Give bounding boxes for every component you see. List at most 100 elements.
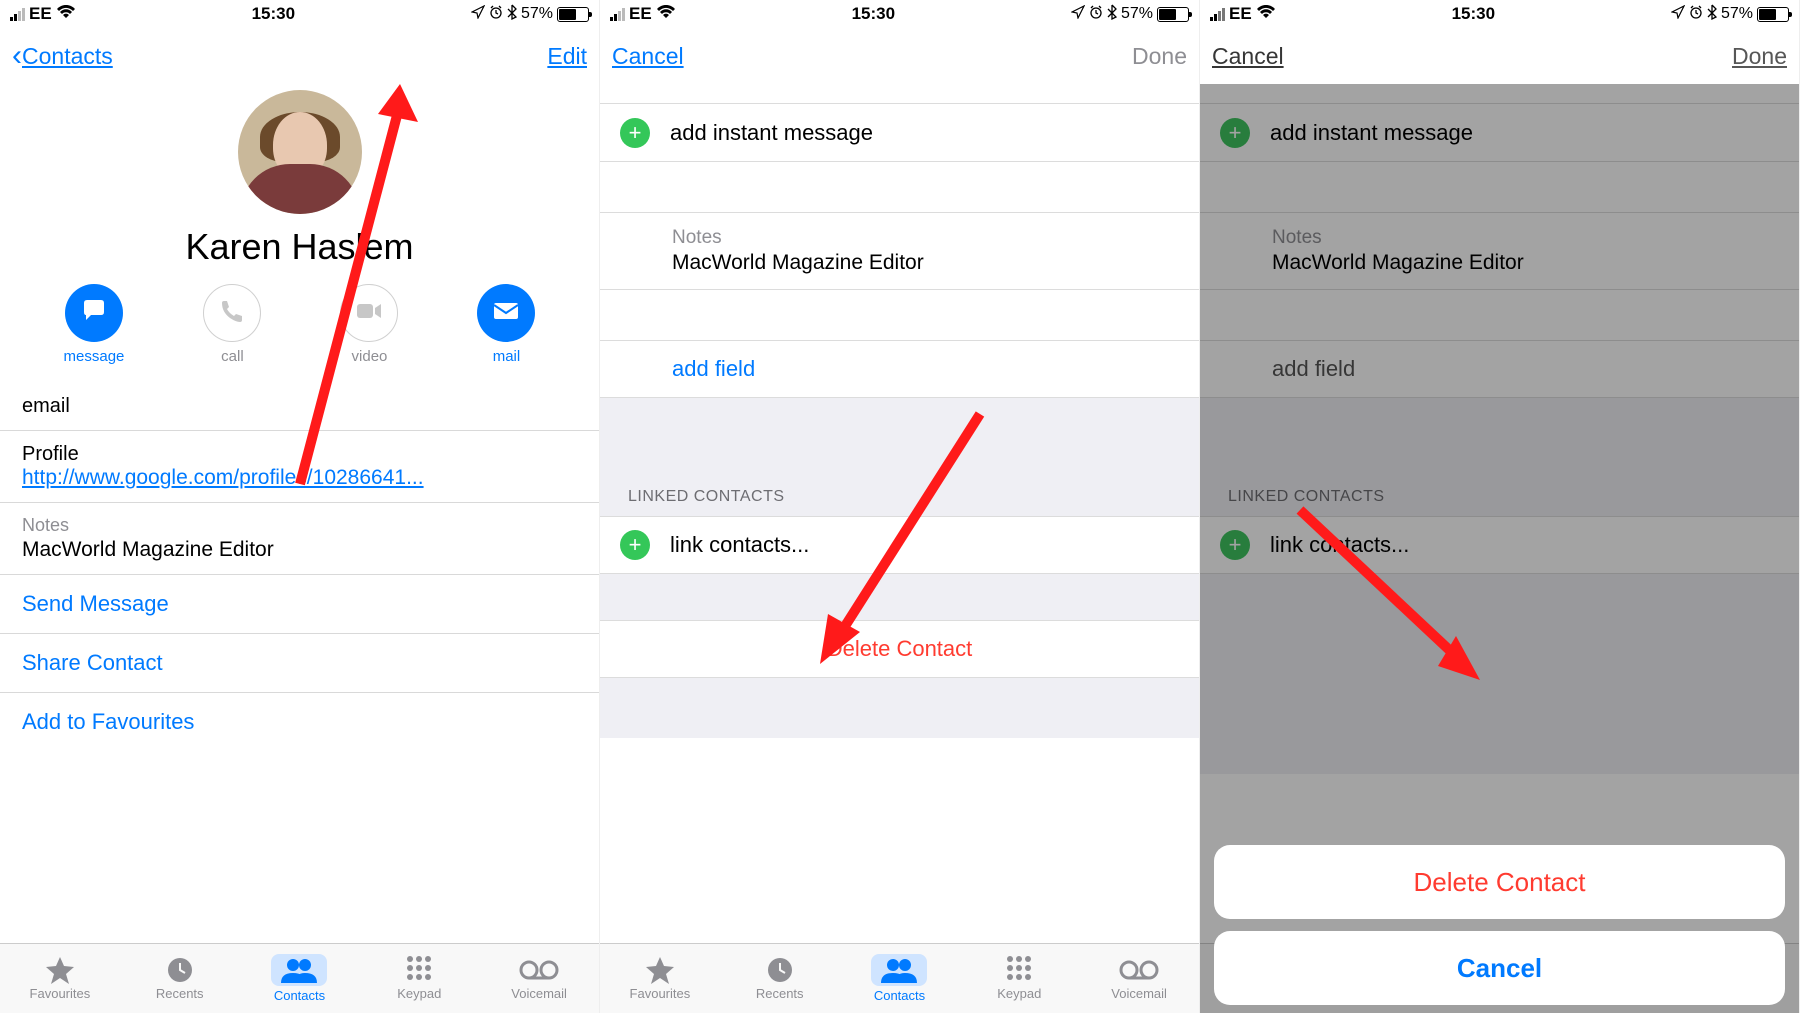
tab-label: Contacts <box>874 988 925 1003</box>
tab-label: Keypad <box>997 986 1041 1001</box>
notes-label: Notes <box>672 227 1179 249</box>
link-contacts-row: + link contacts... <box>1200 516 1799 574</box>
profile-url[interactable]: http://www.google.com/profiles/10286641.… <box>22 466 577 490</box>
contacts-icon <box>281 956 317 984</box>
mail-label: mail <box>493 348 521 365</box>
nav-bar: Cancel Done <box>600 28 1199 84</box>
profile-row[interactable]: Profile http://www.google.com/profiles/1… <box>0 431 599 503</box>
battery-percent: 57% <box>1121 5 1153 23</box>
tab-label: Contacts <box>274 988 325 1003</box>
star-icon <box>45 956 75 984</box>
action-sheet: Delete Contact Cancel <box>1214 845 1785 1005</box>
battery-icon <box>557 7 589 22</box>
mail-icon <box>492 301 520 325</box>
back-button[interactable]: ‹ Contacts <box>12 41 113 71</box>
tab-recents[interactable]: Recents <box>120 944 240 1013</box>
tab-label: Voicemail <box>1111 986 1167 1001</box>
tab-label: Favourites <box>30 986 91 1001</box>
clock-icon <box>766 956 794 984</box>
send-message-button[interactable]: Send Message <box>0 575 599 634</box>
link-contacts-label: link contacts... <box>670 532 809 558</box>
plus-icon: + <box>1220 118 1250 148</box>
add-to-favourites-button[interactable]: Add to Favourites <box>0 693 599 751</box>
location-icon <box>1671 4 1685 24</box>
signal-icon <box>610 7 625 21</box>
tab-voicemail[interactable]: Voicemail <box>1079 944 1199 1013</box>
carrier-label: EE <box>29 4 52 24</box>
battery-percent: 57% <box>1721 5 1753 23</box>
voicemail-icon <box>1119 956 1159 984</box>
video-label: video <box>352 348 388 365</box>
notes-row[interactable]: Notes MacWorld Magazine Editor <box>600 212 1199 290</box>
link-contacts-row[interactable]: + link contacts... <box>600 516 1199 574</box>
add-field-row[interactable]: add field <box>600 340 1199 398</box>
alarm-icon <box>489 4 503 24</box>
tab-keypad[interactable]: Keypad <box>959 944 1079 1013</box>
edit-button[interactable]: Edit <box>547 43 587 70</box>
back-label: Contacts <box>22 43 113 70</box>
plus-icon: + <box>1220 530 1250 560</box>
add-field-label: add field <box>672 356 755 382</box>
sheet-delete-contact-button[interactable]: Delete Contact <box>1214 845 1785 919</box>
status-bar: EE 15:30 57% <box>0 0 599 28</box>
cancel-button: Cancel <box>1212 43 1284 70</box>
signal-icon <box>10 7 25 21</box>
done-button[interactable]: Done <box>1132 43 1187 70</box>
add-im-label: add instant message <box>1270 120 1473 146</box>
chevron-left-icon: ‹ <box>12 41 22 71</box>
nav-bar: Cancel Done <box>1200 28 1799 84</box>
cancel-button[interactable]: Cancel <box>612 43 684 70</box>
wifi-icon <box>656 4 676 24</box>
tab-contacts[interactable]: Contacts <box>840 944 960 1013</box>
message-button[interactable]: message <box>64 284 125 365</box>
voicemail-icon <box>519 956 559 984</box>
tab-favourites[interactable]: Favourites <box>600 944 720 1013</box>
wifi-icon <box>56 4 76 24</box>
signal-icon <box>1210 7 1225 21</box>
status-time: 15:30 <box>252 4 295 24</box>
done-button: Done <box>1732 43 1787 70</box>
delete-contact-row[interactable]: Delete Contact <box>600 620 1199 678</box>
wifi-icon <box>1256 4 1276 24</box>
tab-voicemail[interactable]: Voicemail <box>479 944 599 1013</box>
tab-recents[interactable]: Recents <box>720 944 840 1013</box>
phone-screen-1: EE 15:30 57% ‹ Contacts Edit Karen Hasle… <box>0 0 600 1013</box>
clock-icon <box>166 956 194 984</box>
battery-icon <box>1157 7 1189 22</box>
message-icon <box>80 297 108 329</box>
alarm-icon <box>1089 4 1103 24</box>
add-instant-message-row[interactable]: + add instant message <box>600 104 1199 162</box>
tab-keypad[interactable]: Keypad <box>359 944 479 1013</box>
email-label: email <box>22 395 577 418</box>
tab-label: Recents <box>156 986 204 1001</box>
video-button[interactable]: video <box>340 284 398 365</box>
sheet-cancel-button[interactable]: Cancel <box>1214 931 1785 1005</box>
phone-screen-2: EE 15:30 57% Cancel Done + add instant m… <box>600 0 1200 1013</box>
contact-actions: message call video mail <box>0 284 599 383</box>
notes-row[interactable]: Notes MacWorld Magazine Editor <box>0 503 599 575</box>
link-contacts-label: link contacts... <box>1270 532 1409 558</box>
status-bar: EE 15:30 57% <box>1200 0 1799 28</box>
contact-name: Karen Haslem <box>0 226 599 268</box>
star-icon <box>645 956 675 984</box>
alarm-icon <box>1689 4 1703 24</box>
tab-bar: Favourites Recents Contacts Keypad Voice… <box>600 943 1199 1013</box>
phone-icon <box>219 298 245 328</box>
message-label: message <box>64 348 125 365</box>
battery-icon <box>1757 7 1789 22</box>
mail-button[interactable]: mail <box>477 284 535 365</box>
tab-contacts[interactable]: Contacts <box>240 944 360 1013</box>
notes-value: MacWorld Magazine Editor <box>1272 251 1779 275</box>
add-instant-message-row: + add instant message <box>1200 104 1799 162</box>
profile-label: Profile <box>22 443 577 466</box>
email-row[interactable]: email <box>0 383 599 431</box>
battery-percent: 57% <box>521 5 553 23</box>
status-time: 15:30 <box>1452 4 1495 24</box>
contact-avatar[interactable] <box>238 90 362 214</box>
call-button[interactable]: call <box>203 284 261 365</box>
status-bar: EE 15:30 57% <box>600 0 1199 28</box>
tab-favourites[interactable]: Favourites <box>0 944 120 1013</box>
bluetooth-icon <box>507 4 517 25</box>
share-contact-button[interactable]: Share Contact <box>0 634 599 693</box>
notes-label: Notes <box>1272 227 1779 249</box>
